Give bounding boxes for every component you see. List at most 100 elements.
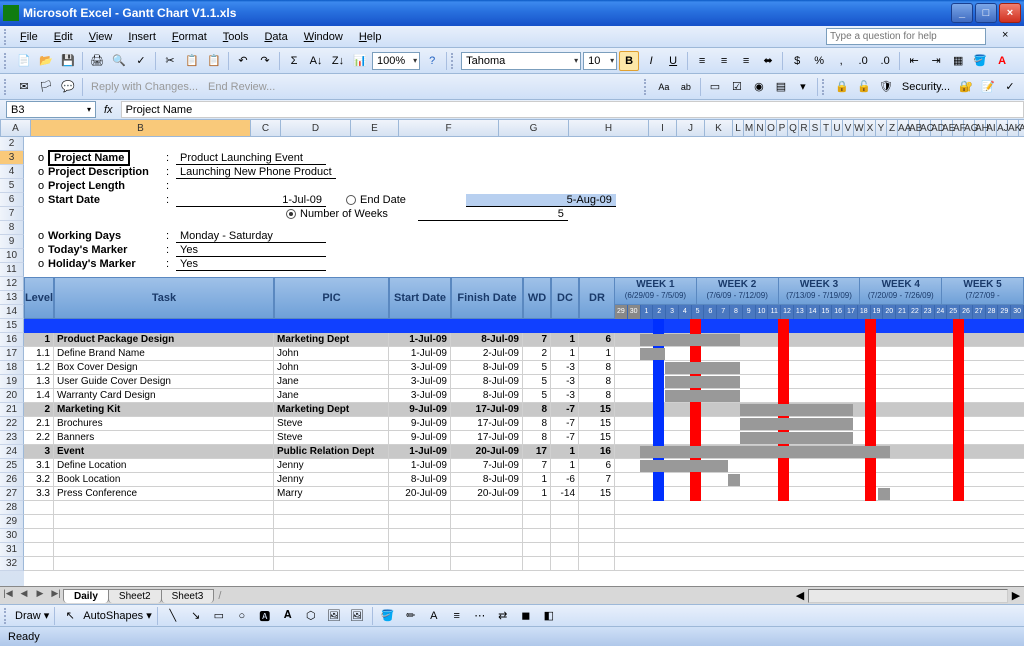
line-icon[interactable]: ╲ xyxy=(163,606,183,626)
textbox-icon[interactable]: 🅰 xyxy=(255,606,275,626)
currency-icon[interactable]: $ xyxy=(787,51,807,71)
toolbar-handle[interactable] xyxy=(644,79,648,95)
row-header[interactable]: 29 xyxy=(0,515,24,529)
col-header[interactable]: D xyxy=(281,120,351,136)
line-style-icon[interactable]: ≡ xyxy=(447,606,467,626)
col-header[interactable]: S xyxy=(810,120,821,136)
sec1-icon[interactable]: 🔐 xyxy=(956,77,976,97)
picture-icon[interactable]: 🖼 xyxy=(347,606,367,626)
col-header[interactable]: V xyxy=(843,120,854,136)
row-header[interactable]: 9 xyxy=(0,235,24,249)
italic-button[interactable]: I xyxy=(641,51,661,71)
align-left-icon[interactable]: ≡ xyxy=(692,51,712,71)
menu-file[interactable]: File xyxy=(12,29,46,45)
col-header[interactable]: AJ xyxy=(997,120,1008,136)
diagram-icon[interactable]: ⬡ xyxy=(301,606,321,626)
toolbar-handle[interactable] xyxy=(451,53,455,69)
tab-first-icon[interactable]: |◀ xyxy=(0,588,16,604)
checkbox-icon[interactable]: ☑ xyxy=(727,77,747,97)
weeks-radio[interactable] xyxy=(286,209,296,219)
borders-icon[interactable]: ▦ xyxy=(948,51,968,71)
formula-bar[interactable]: Project Name xyxy=(121,101,1024,118)
dec-decimal-icon[interactable]: .0 xyxy=(875,51,895,71)
row-header[interactable]: 5 xyxy=(0,179,24,193)
project-name-value[interactable]: Product Launching Event xyxy=(176,152,326,165)
close-button[interactable]: × xyxy=(999,3,1021,23)
indent-inc-icon[interactable]: ⇥ xyxy=(926,51,946,71)
gantt-bar[interactable] xyxy=(640,460,728,472)
col-header[interactable]: AL xyxy=(1019,120,1024,136)
end-review-button[interactable]: End Review... xyxy=(204,81,279,93)
menu-window[interactable]: Window xyxy=(296,29,351,45)
underline-button[interactable]: U xyxy=(663,51,683,71)
toolbar-handle[interactable] xyxy=(4,79,8,95)
sheet-tab-daily[interactable]: Daily xyxy=(63,589,109,603)
gantt-bar[interactable] xyxy=(728,474,741,486)
col-header[interactable]: AI xyxy=(986,120,997,136)
reply-changes-button[interactable]: Reply with Changes... xyxy=(87,81,202,93)
menu-insert[interactable]: Insert xyxy=(120,29,164,45)
cut-icon[interactable]: ✂ xyxy=(160,51,180,71)
chart-icon[interactable]: 📊 xyxy=(350,51,370,71)
gantt-bar[interactable] xyxy=(665,362,740,374)
spell-icon[interactable]: ✓ xyxy=(131,51,151,71)
font-size-combo[interactable]: 10 xyxy=(583,52,617,70)
align-right-icon[interactable]: ≡ xyxy=(736,51,756,71)
sec2-icon[interactable]: 📝 xyxy=(978,77,998,97)
save-icon[interactable]: 💾 xyxy=(58,51,78,71)
inc-decimal-icon[interactable]: .0 xyxy=(853,51,873,71)
mail-icon[interactable]: ✉ xyxy=(14,77,34,97)
row-header[interactable]: 28 xyxy=(0,501,24,515)
gantt-bar[interactable] xyxy=(640,334,740,346)
worksheet-grid[interactable]: ABCDEFGHIJKLMNOPQRSTUVWXYZAAABACADAEAFAG… xyxy=(0,120,1024,586)
row-header[interactable]: 32 xyxy=(0,557,24,571)
zoom-combo[interactable]: 100% xyxy=(372,52,420,70)
shield-icon[interactable]: 🛡 xyxy=(876,77,896,97)
tab-next-icon[interactable]: ▶ xyxy=(32,588,48,604)
menu-help[interactable]: Help xyxy=(351,29,390,45)
comma-icon[interactable]: , xyxy=(831,51,851,71)
col-header[interactable]: C xyxy=(251,120,281,136)
combo-icon[interactable]: ▾ xyxy=(793,77,813,97)
row-header[interactable]: 17 xyxy=(0,347,24,361)
end-date-value[interactable]: 5-Aug-09 xyxy=(466,194,616,207)
gantt-bar[interactable] xyxy=(640,446,890,458)
select-icon[interactable]: ↖ xyxy=(60,606,80,626)
row-header[interactable]: 12 xyxy=(0,277,24,291)
sort-asc-icon[interactable]: A↓ xyxy=(306,51,326,71)
font-color-icon[interactable]: A xyxy=(992,51,1012,71)
align-center-icon[interactable]: ≡ xyxy=(714,51,734,71)
row-header[interactable]: 11 xyxy=(0,263,24,277)
row-header[interactable]: 4 xyxy=(0,165,24,179)
lock-icon[interactable]: 🔒 xyxy=(832,77,852,97)
menu-view[interactable]: View xyxy=(81,29,121,45)
col-header[interactable]: K xyxy=(705,120,733,136)
toolbar-handle[interactable] xyxy=(4,29,8,45)
row-header[interactable]: 18 xyxy=(0,361,24,375)
col-header[interactable]: P xyxy=(777,120,788,136)
help-search-input[interactable] xyxy=(826,28,986,45)
font-color-icon[interactable]: A xyxy=(424,606,444,626)
redo-icon[interactable]: ↷ xyxy=(255,51,275,71)
oval-icon[interactable]: ○ xyxy=(232,606,252,626)
unlock-icon[interactable]: 🔓 xyxy=(854,77,874,97)
col-header[interactable]: E xyxy=(351,120,399,136)
col-header[interactable]: J xyxy=(677,120,705,136)
line-color-icon[interactable]: ✏ xyxy=(401,606,421,626)
menu-data[interactable]: Data xyxy=(256,29,295,45)
col-header[interactable]: Q xyxy=(788,120,799,136)
col-header[interactable]: M xyxy=(744,120,755,136)
doc-close-button[interactable]: × xyxy=(1002,29,1020,45)
end-date-radio[interactable] xyxy=(346,195,356,205)
col-header[interactable]: Z xyxy=(887,120,898,136)
sheet-content[interactable]: oProject Name:Product Launching Event oP… xyxy=(24,137,1024,586)
listbox-icon[interactable]: ▤ xyxy=(771,77,791,97)
menu-format[interactable]: Format xyxy=(164,29,215,45)
merge-icon[interactable]: ⬌ xyxy=(758,51,778,71)
box1-icon[interactable]: ▭ xyxy=(705,77,725,97)
col-header[interactable]: R xyxy=(799,120,810,136)
col-header[interactable]: Y xyxy=(876,120,887,136)
row-header[interactable]: 8 xyxy=(0,221,24,235)
maximize-button[interactable]: □ xyxy=(975,3,997,23)
start-date-value[interactable]: 1-Jul-09 xyxy=(176,194,326,207)
